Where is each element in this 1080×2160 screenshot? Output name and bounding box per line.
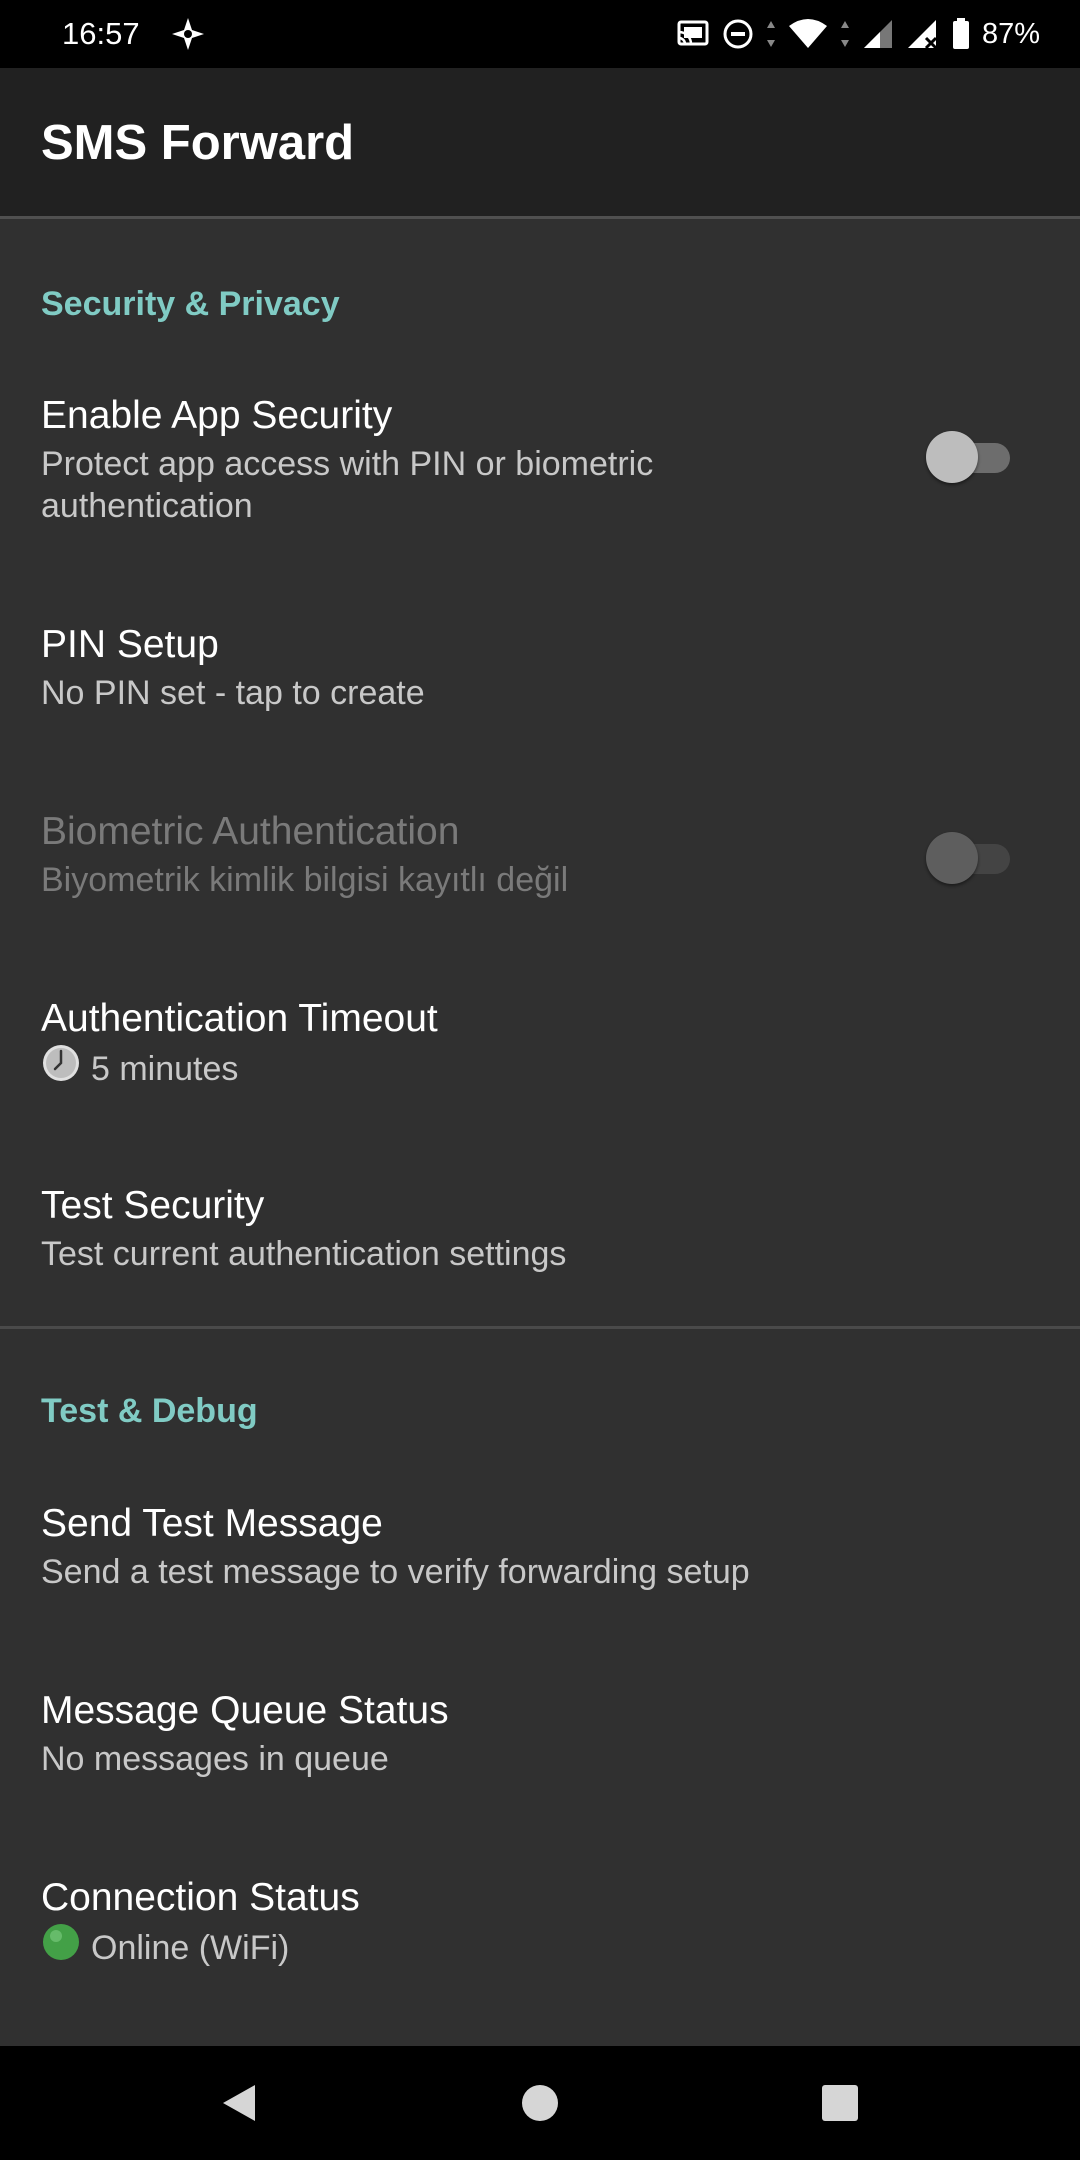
pref-title: Connection Status	[41, 1876, 360, 1919]
pref-summary-row: Online (WiFi)	[41, 1922, 781, 1975]
pref-summary: Biyometrik kimlik bilgisi kayıtlı değil	[41, 861, 569, 899]
home-button[interactable]	[510, 2073, 570, 2133]
signal-no-sim-icon	[906, 18, 940, 50]
battery-percentage: 87%	[981, 18, 1040, 50]
pref-summary: Test current authentication settings	[41, 1235, 567, 1273]
app-security-switch[interactable]	[926, 426, 1012, 486]
section-divider	[0, 1326, 1080, 1329]
app-bar: SMS Forward	[0, 68, 1080, 216]
wifi-icon	[788, 18, 828, 50]
battery-icon	[952, 18, 970, 50]
back-button[interactable]	[209, 2073, 269, 2133]
signal-icon	[862, 18, 894, 50]
app-title: SMS Forward	[41, 116, 355, 170]
recents-button[interactable]	[810, 2073, 870, 2133]
status-bar: 16:57 87%	[0, 0, 1080, 68]
pref-message-queue-status[interactable]: Message Queue Status No messages in queu…	[0, 1686, 1080, 1806]
category-test-debug: Test & Debug	[41, 1392, 258, 1430]
pref-summary: Send a test message to verify forwarding…	[41, 1553, 750, 1591]
pref-summary: No messages in queue	[41, 1740, 389, 1778]
status-time: 16:57	[62, 16, 140, 51]
cast-icon	[676, 20, 710, 48]
recents-square-icon	[822, 2085, 858, 2121]
system-navigation-bar	[0, 2046, 1080, 2160]
pref-biometric-authentication: Biometric Authentication Biyometrik kiml…	[0, 807, 1080, 927]
pref-test-security[interactable]: Test Security Test current authenticatio…	[0, 1181, 1080, 1301]
navigation-arrow-icon	[168, 14, 208, 54]
pref-title: PIN Setup	[41, 623, 219, 666]
data-arrows-icon	[840, 19, 850, 49]
pref-connection-status[interactable]: Connection Status Online (WiFi)	[0, 1873, 1080, 1993]
switch-thumb	[926, 431, 978, 483]
do-not-disturb-icon	[722, 18, 754, 50]
pref-title: Message Queue Status	[41, 1689, 449, 1732]
timeout-value: 5 minutes	[91, 1049, 239, 1088]
switch-thumb	[926, 832, 978, 884]
pref-title: Biometric Authentication	[41, 810, 460, 853]
home-circle-icon	[522, 2085, 558, 2121]
pref-title: Enable App Security	[41, 394, 393, 437]
back-triangle-icon	[223, 2085, 255, 2121]
pref-authentication-timeout[interactable]: Authentication Timeout 5 minutes	[0, 994, 1080, 1114]
category-security-privacy: Security & Privacy	[41, 285, 340, 323]
clock-icon	[41, 1043, 81, 1093]
pref-pin-setup[interactable]: PIN Setup No PIN set - tap to create	[0, 620, 1080, 740]
green-circle-icon	[41, 1922, 81, 1972]
pref-send-test-message[interactable]: Send Test Message Send a test message to…	[0, 1499, 1080, 1619]
pref-title: Test Security	[41, 1184, 265, 1227]
pref-summary: Protect app access with PIN or biometric…	[41, 445, 654, 525]
pref-title: Send Test Message	[41, 1502, 383, 1545]
biometric-switch	[926, 827, 1012, 887]
pref-summary: No PIN set - tap to create	[41, 674, 425, 712]
connection-value: Online (WiFi)	[91, 1928, 290, 1967]
pref-title: Authentication Timeout	[41, 997, 438, 1040]
settings-list[interactable]: Security & Privacy Enable App Security P…	[0, 219, 1080, 2046]
data-arrows-icon	[766, 19, 776, 49]
pref-enable-app-security[interactable]: Enable App Security Protect app access w…	[0, 391, 1080, 567]
pref-summary-row: 5 minutes	[41, 1043, 781, 1096]
